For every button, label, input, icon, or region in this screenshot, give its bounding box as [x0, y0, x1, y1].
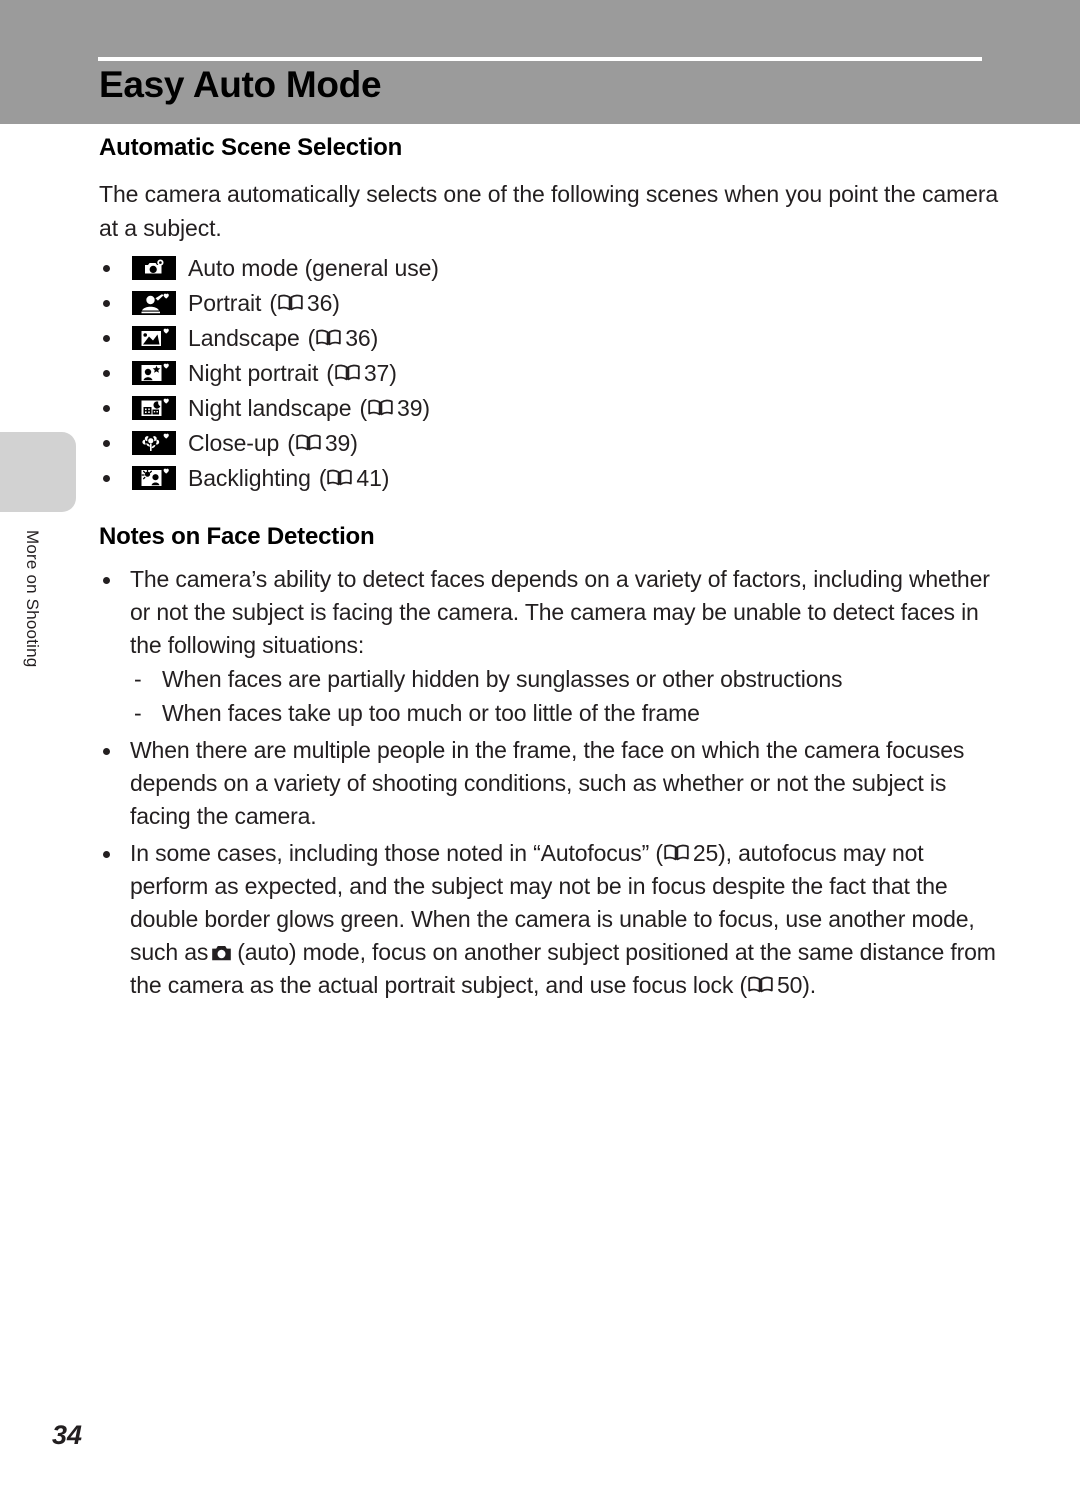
- backlighting-icon: [132, 466, 176, 491]
- section-heading-automatic-scene-selection: Automatic Scene Selection: [99, 134, 403, 161]
- chapter-thumb-tab: [0, 432, 76, 512]
- page-number: 34: [52, 1420, 83, 1450]
- face-detection-notes-list: The camera’s ability to detect faces dep…: [99, 563, 999, 1002]
- ref-page-number: 41: [356, 464, 382, 491]
- ref-open-paren: (: [326, 359, 334, 386]
- list-item: Landscape ( 36 ): [99, 321, 999, 356]
- bullet-dot: [103, 334, 110, 342]
- intro-paragraph: The camera automatically selects one of …: [99, 180, 999, 241]
- scene-label: Auto mode (general use): [188, 254, 439, 281]
- bullet-dot: [103, 576, 110, 584]
- ref-page-number: 39: [324, 429, 351, 456]
- portrait-icon: [132, 291, 176, 316]
- manual-book-icon: [748, 975, 773, 995]
- list-item: - When faces take up too much or too lit…: [130, 696, 999, 730]
- manual-book-icon: [368, 398, 393, 418]
- bullet-dot: [103, 404, 110, 412]
- ref-page-number: 25: [692, 839, 719, 866]
- ref-page-number: 36: [345, 324, 371, 351]
- ref-page-number: 39: [397, 394, 423, 421]
- chapter-side-label: More on Shooting: [23, 530, 42, 668]
- note-text-part-a: In some cases, including those noted in …: [130, 839, 663, 866]
- manual-book-icon: [278, 293, 303, 313]
- scene-label: Night landscape: [188, 394, 352, 421]
- list-item: Backlighting ( 41 ): [99, 461, 999, 496]
- list-item: In some cases, including those noted in …: [99, 837, 999, 1002]
- face-detection-sub-list: - When faces are partially hidden by sun…: [130, 662, 999, 730]
- section-heading-notes-on-face-detection: Notes on Face Detection: [99, 522, 375, 550]
- auto-mode-icon: [132, 256, 176, 281]
- list-item: The camera’s ability to detect faces dep…: [99, 563, 999, 730]
- list-item: Night landscape ( 39 ): [99, 391, 999, 426]
- scene-mode-list: Auto mode (general use) Portrait (36) …: [99, 251, 999, 496]
- ref-open-paren: (: [269, 289, 277, 316]
- scene-label: Backlighting: [188, 464, 311, 491]
- scene-label: Night portrait: [188, 359, 319, 386]
- dash-marker: -: [134, 665, 142, 692]
- bullet-dot: [103, 474, 110, 482]
- note-text-part-d: ).: [802, 971, 817, 998]
- ref-page-number: 37: [363, 359, 390, 386]
- manual-book-icon: [316, 328, 341, 348]
- page-content: Automatic Scene Selection The camera aut…: [99, 134, 999, 1002]
- list-item: Portrait ( 36 ): [99, 286, 999, 321]
- note-text: The camera’s ability to detect faces dep…: [130, 565, 990, 658]
- header-rule: [98, 57, 982, 61]
- sub-note-text: When faces are partially hidden by sungl…: [162, 665, 843, 692]
- ref-open-paren: (: [307, 324, 316, 351]
- ref-close-paren: ): [381, 464, 390, 491]
- bullet-dot: [103, 369, 110, 377]
- sub-note-text: When faces take up too much or too littl…: [162, 699, 700, 726]
- landscape-icon: [132, 326, 176, 351]
- ref-close-paren: ): [332, 289, 340, 316]
- ref-open-paren: (: [287, 429, 295, 456]
- list-item: Auto mode (general use): [99, 251, 999, 286]
- scene-label: Portrait: [188, 289, 262, 316]
- ref-close-paren: ): [350, 429, 358, 456]
- page-title: Easy Auto Mode: [99, 64, 382, 105]
- bullet-dot: [103, 850, 110, 858]
- bullet-dot: [103, 299, 110, 307]
- dash-marker: -: [134, 699, 142, 726]
- manual-book-icon: [335, 363, 360, 383]
- bullet-dot: [103, 747, 110, 755]
- ref-page-number: 36: [306, 289, 333, 316]
- manual-book-icon: [296, 433, 321, 453]
- scene-label: Close-up: [188, 429, 280, 456]
- auto-camera-icon: [210, 943, 233, 963]
- chapter-header-band: [0, 0, 1080, 124]
- ref-close-paren: ): [370, 324, 379, 351]
- bullet-dot: [103, 439, 110, 447]
- ref-close-paren: ): [389, 359, 397, 386]
- list-item: Close-up ( 39 ): [99, 426, 999, 461]
- note-text-part-c: (auto) mode, focus on another subject po…: [130, 938, 996, 998]
- manual-book-icon: [664, 843, 689, 863]
- ref-open-paren: (: [359, 394, 368, 421]
- ref-page-number: 50: [777, 971, 803, 998]
- night-landscape-icon: [132, 396, 176, 421]
- ref-close-paren: ): [422, 394, 430, 421]
- night-portrait-icon: [132, 361, 176, 386]
- list-item: - When faces are partially hidden by sun…: [130, 662, 999, 696]
- close-up-icon: [132, 431, 176, 456]
- ref-open-paren: (: [318, 464, 327, 491]
- list-item: Night portrait ( 37 ): [99, 356, 999, 391]
- scene-label: Landscape: [188, 324, 300, 351]
- manual-book-icon: [327, 468, 353, 488]
- bullet-dot: [103, 264, 110, 272]
- list-item: When there are multiple people in the fr…: [99, 734, 999, 833]
- note-text: When there are multiple people in the fr…: [130, 736, 965, 829]
